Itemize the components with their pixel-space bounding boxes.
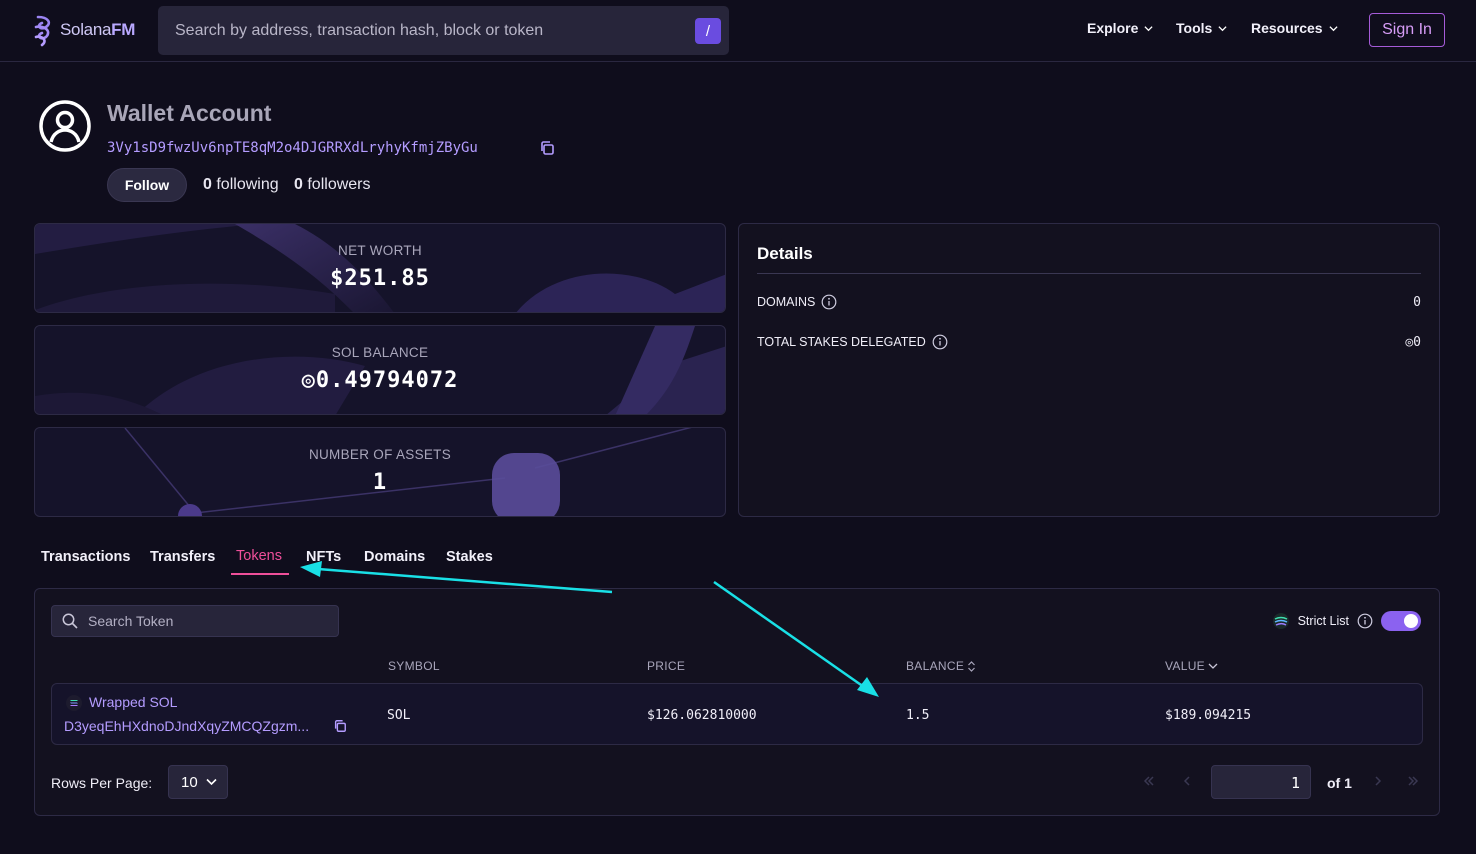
followers-label: followers [307,176,371,193]
detail-row-total-stakes: TOTAL STAKES DELEGATED ◎0 [757,332,1421,352]
tab-tokens[interactable]: Tokens [236,548,282,564]
tokens-panel: Strict List SYMBOL PRICE BALANCE VALUE W… [34,588,1440,816]
sign-in-button[interactable]: Sign In [1369,13,1445,47]
net-worth-label: NET WORTH [338,243,422,258]
chevron-down-icon [1329,25,1338,31]
followers-stat[interactable]: 0 followers [294,176,371,194]
strict-list-toggle[interactable] [1381,611,1421,631]
solanafm-token-list-icon [1272,613,1289,629]
info-icon[interactable] [821,294,837,310]
search-icon [62,613,78,629]
nav-resources-label: Resources [1251,20,1323,36]
nav-resources[interactable]: Resources [1251,20,1338,36]
sol-balance-value: ◎0.49794072 [301,368,459,393]
wallet-address: 3Vy1sD9fwzUv6npTE8qM2o4DJGRRXdLryhyKfmjZ… [107,140,478,156]
token-value: $189.094215 [1165,708,1252,723]
column-header-symbol[interactable]: SYMBOL [388,659,440,673]
info-icon[interactable] [932,334,948,350]
token-name-link[interactable]: Wrapped SOL [89,694,177,710]
token-mint-address[interactable]: D3yeqEhHXdnoDJndXqyZMCQZgzm... [64,718,309,734]
logo-text: SolanaFM [60,20,136,39]
copy-mint-icon[interactable] [333,719,347,733]
detail-value: ◎0 [1405,334,1421,350]
page-number-input[interactable]: 1 [1211,765,1311,799]
chevron-down-icon [1144,25,1153,31]
solanafm-logo-icon [34,15,51,47]
user-avatar-icon [39,100,91,152]
next-page-icon[interactable] [1372,775,1384,787]
net-worth-card: NET WORTH $251.85 [34,223,726,313]
details-title: Details [757,244,813,263]
column-header-value[interactable]: VALUE [1165,659,1218,673]
token-search[interactable] [51,605,339,637]
token-balance: 1.5 [906,708,930,723]
page-total: of 1 [1327,775,1352,791]
solana-token-icon [66,695,82,711]
nav-explore[interactable]: Explore [1087,20,1153,36]
tab-stakes[interactable]: Stakes [446,549,493,565]
divider [757,273,1421,274]
chevron-down-icon [1208,663,1218,669]
top-header: SolanaFM Search by address, transaction … [0,0,1476,62]
search-shortcut-key: / [695,18,721,44]
detail-label: DOMAINS [757,295,816,309]
chevron-down-icon [1218,25,1227,31]
tab-transfers[interactable]: Transfers [150,549,215,565]
global-search-input[interactable]: Search by address, transaction hash, blo… [158,6,729,55]
nav-tools[interactable]: Tools [1176,20,1227,36]
rows-per-page-label: Rows Per Page: [51,775,153,791]
column-header-price[interactable]: PRICE [647,659,685,673]
copy-address-icon[interactable] [539,140,555,156]
detail-value: 0 [1413,294,1421,310]
solanafm-logo[interactable]: SolanaFM [32,12,135,48]
first-page-icon[interactable] [1143,775,1155,787]
strict-list-label: Strict List [1297,614,1349,628]
following-label: following [216,176,279,193]
sol-balance-card: SOL BALANCE ◎0.49794072 [34,325,726,415]
strict-list-control: Strict List [1272,611,1421,631]
chevron-down-icon [206,778,217,786]
token-search-input[interactable] [88,613,318,629]
detail-label: TOTAL STAKES DELEGATED [757,335,926,349]
global-search-placeholder: Search by address, transaction hash, blo… [175,21,544,39]
details-panel: Details DOMAINS 0 TOTAL STAKES DELEGATED… [738,223,1440,517]
tab-transactions[interactable]: Transactions [41,549,130,565]
page-title: Wallet Account [107,100,272,126]
tab-domains[interactable]: Domains [364,549,425,565]
number-of-assets-label: NUMBER OF ASSETS [308,447,452,462]
token-price: $126.062810000 [647,708,757,723]
tab-nfts[interactable]: NFTs [306,549,341,565]
number-of-assets-value: 1 [372,470,388,495]
info-icon[interactable] [1357,613,1373,629]
active-tab-indicator [231,573,289,575]
last-page-icon[interactable] [1407,775,1419,787]
column-header-balance[interactable]: BALANCE [906,659,976,673]
following-count: 0 [203,176,212,193]
number-of-assets-card: NUMBER OF ASSETS 1 [34,427,726,517]
nav-explore-label: Explore [1087,20,1139,36]
sol-balance-label: SOL BALANCE [331,345,429,360]
rows-per-page-select[interactable]: 10 [168,765,228,799]
table-row[interactable]: Wrapped SOL D3yeqEhHXdnoDJndXqyZMCQZgzm.… [51,683,1423,745]
sort-icon [968,660,976,672]
detail-row-domains: DOMAINS 0 [757,292,1421,312]
net-worth-value: $251.85 [330,266,430,291]
token-symbol: SOL [387,708,411,723]
rows-per-page-value: 10 [181,773,198,791]
previous-page-icon[interactable] [1181,775,1193,787]
nav-tools-label: Tools [1176,20,1213,36]
follow-button[interactable]: Follow [107,168,187,202]
following-stat[interactable]: 0 following [203,176,279,194]
followers-count: 0 [294,176,303,193]
